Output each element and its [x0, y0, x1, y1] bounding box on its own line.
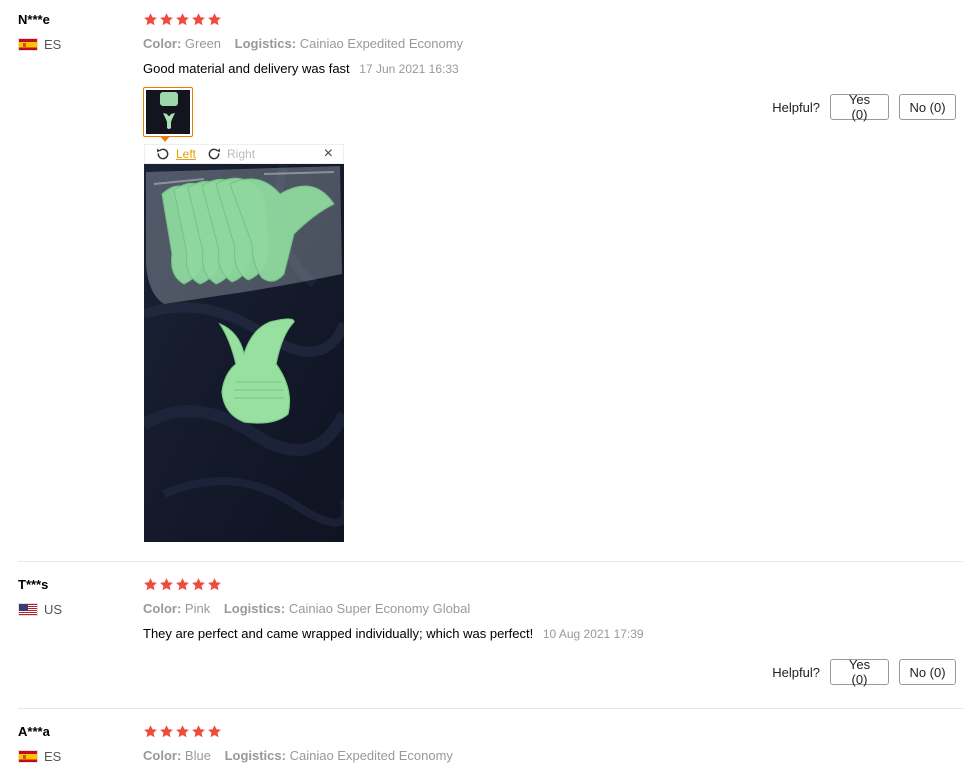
star-icon	[192, 578, 205, 591]
star-icon	[192, 725, 205, 738]
star-icon	[176, 578, 189, 591]
color-label: Color:	[143, 601, 182, 616]
rotate-right-button[interactable]: Right	[206, 146, 255, 162]
review-divider	[18, 561, 963, 562]
color-value: Pink	[184, 601, 211, 616]
color-value: Green	[184, 36, 222, 51]
review-photo-thumbnail[interactable]	[143, 87, 193, 137]
reviewer-name: T***s	[18, 577, 49, 592]
helpful-no-button[interactable]: No (0)	[899, 94, 956, 120]
star-icon	[160, 725, 173, 738]
flag-us-icon	[18, 603, 38, 616]
star-icon	[192, 13, 205, 26]
review-text: They are perfect and came wrapped indivi…	[143, 626, 534, 641]
logistics-label: Logistics:	[224, 748, 286, 763]
star-rating	[143, 577, 222, 592]
review-sku-info: Color: Green Logistics: Cainiao Expedite…	[143, 36, 473, 51]
review-date: 17 Jun 2021 16:33	[359, 62, 459, 76]
star-rating	[143, 12, 222, 27]
rotate-left-label: Left	[176, 147, 197, 161]
logistics-value: Cainiao Expedited Economy	[289, 748, 453, 763]
star-icon	[208, 13, 221, 26]
reviewer-country: US	[18, 602, 62, 617]
photo-viewer-toolbar: Left Right ×	[144, 144, 344, 164]
rotate-left-icon	[157, 148, 169, 160]
star-icon	[144, 578, 157, 591]
star-icon	[208, 578, 221, 591]
helpful-yes-button[interactable]: Yes (0)	[830, 657, 889, 687]
logistics-label: Logistics:	[223, 601, 286, 616]
rotate-left-button[interactable]: Left	[155, 146, 196, 162]
country-code: ES	[44, 749, 62, 764]
logistics-label: Logistics:	[234, 36, 297, 51]
helpful-row: Helpful? Yes (0) No (0)	[772, 92, 956, 122]
rotate-right-label: Right	[227, 147, 256, 161]
thumbnail-image	[146, 90, 190, 134]
color-label: Color:	[143, 36, 182, 51]
star-icon	[208, 725, 221, 738]
rotate-right-icon	[208, 148, 221, 160]
star-icon	[144, 725, 157, 738]
star-icon	[160, 13, 173, 26]
review-date: 10 Aug 2021 17:39	[542, 627, 644, 641]
country-code: US	[44, 602, 63, 617]
review-text-row: They are perfect and came wrapped indivi…	[143, 626, 644, 641]
thumbnail-pointer	[160, 136, 170, 142]
helpful-yes-button[interactable]: Yes (0)	[830, 92, 889, 122]
helpful-label: Helpful?	[772, 99, 820, 115]
helpful-row: Helpful? Yes (0) No (0)	[772, 657, 956, 687]
country-code: ES	[44, 37, 62, 52]
close-icon[interactable]: ×	[324, 145, 333, 163]
reviewer-country: ES	[18, 749, 61, 764]
review-divider	[18, 708, 963, 709]
thumbnail-bag-shape	[160, 92, 178, 106]
logistics-value: Cainiao Super Economy Global	[288, 601, 471, 616]
logistics-value: Cainiao Expedited Economy	[299, 36, 464, 51]
flag-es-icon	[18, 38, 38, 51]
review-photo-large	[144, 164, 344, 542]
flag-es-icon	[18, 750, 38, 763]
color-value: Blue	[184, 748, 211, 763]
helpful-no-button[interactable]: No (0)	[899, 659, 956, 685]
star-icon	[144, 13, 157, 26]
review-sku-info: Color: Pink Logistics: Cainiao Super Eco…	[143, 601, 480, 616]
review-sku-info: Color: Blue Logistics: Cainiao Expedited…	[143, 748, 463, 763]
review-text-row: Good material and delivery was fast 17 J…	[143, 61, 459, 76]
star-icon	[176, 725, 189, 738]
review-text: Good material and delivery was fast	[143, 61, 350, 76]
color-label: Color:	[143, 748, 182, 763]
thumbnail-comb-shape	[163, 113, 175, 129]
helpful-label: Helpful?	[772, 664, 820, 680]
star-icon	[176, 13, 189, 26]
reviewer-country: ES	[18, 37, 61, 52]
photo-image	[144, 164, 344, 542]
reviewer-name: N***e	[18, 12, 50, 27]
star-icon	[160, 578, 173, 591]
reviewer-name: A***a	[18, 724, 50, 739]
star-rating	[143, 724, 222, 739]
